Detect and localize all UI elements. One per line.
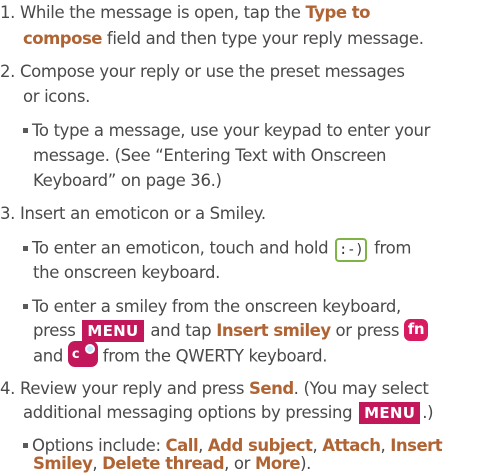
step-3-bullet-2-line-2: press MENU and tap Insert smiley or pres… [33, 318, 428, 343]
bullet-icon [23, 443, 28, 448]
bullet-icon [23, 128, 28, 133]
option-name: Insert [390, 436, 443, 455]
step-text: Compose your reply or use the preset mes… [19, 62, 405, 81]
step-4-line-2: additional messaging options by pressing… [23, 401, 434, 425]
bullet-text: and [33, 346, 68, 366]
bullet-text: or press [330, 321, 404, 340]
step-text: .) [422, 403, 434, 422]
step-number: 1. [0, 3, 16, 22]
emoticon-key-icon: :-) [335, 238, 368, 262]
separator: , [92, 454, 103, 473]
separator: ). [300, 454, 312, 473]
step-3-bullet-1-line-1: To enter an emoticon, touch and hold :-)… [23, 237, 412, 262]
bullet-text: the onscreen keyboard. [33, 263, 221, 282]
option-name: More [254, 454, 301, 473]
field-name: compose [23, 29, 102, 48]
step-number: 2. [0, 62, 16, 81]
bullet-text: from the QWERTY keyboard. [97, 346, 328, 366]
step-2-bullet-line-1: To type a message, use your keypad to en… [23, 120, 430, 142]
fn-key-icon: fn [404, 318, 428, 341]
step-2-bullet-line-3: Keyboard” on page 36.) [33, 170, 222, 192]
step-3-bullet-1-line-2: the onscreen keyboard. [33, 262, 220, 284]
option-name: Send [249, 379, 294, 398]
step-number: 3. [0, 204, 16, 223]
step-4-bullet-line-2: Smiley, Delete thread, or More). [33, 453, 311, 475]
menu-key-icon: MENU [82, 319, 144, 342]
option-name: Insert smiley [216, 321, 331, 340]
step-text: additional messaging options by pressing [23, 403, 358, 422]
option-name: Smiley [33, 454, 93, 473]
step-text: Review your reply and press [19, 379, 250, 398]
bullet-icon [23, 245, 28, 251]
field-name: Type to [305, 3, 371, 22]
menu-key-icon: MENU [359, 401, 421, 424]
step-3-bullet-2-line-3: and c from the QWERTY keyboard. [33, 341, 328, 370]
option-name: Delete thread [102, 454, 225, 473]
step-3-bullet-2-line-1: To enter a smiley from the onscreen keyb… [23, 296, 401, 318]
step-3-line-1: 3. Insert an emoticon or a Smiley. [0, 203, 266, 225]
step-1-line-2: compose field and then type your reply m… [23, 28, 424, 50]
step-4-line-1: 4. Review your reply and press Send. (Yo… [0, 378, 429, 400]
step-text: . (You may select [293, 379, 429, 398]
bullet-text: press [33, 321, 81, 340]
camera-key-icon: c [67, 341, 98, 367]
step-text: or icons. [23, 87, 91, 106]
option-name: Attach [322, 436, 381, 455]
step-2-line-2: or icons. [23, 86, 90, 108]
step-text: While the message is open, tap the [19, 3, 306, 22]
bullet-text: from [369, 238, 412, 258]
step-2-line-1: 2. Compose your reply or use the preset … [0, 61, 405, 83]
bullet-text: message. (See “Entering Text with Onscre… [33, 146, 387, 165]
step-text: Insert an emoticon or a Smiley. [19, 204, 266, 223]
separator: , [312, 436, 323, 455]
separator: , [380, 436, 391, 455]
step-2-bullet-line-2: message. (See “Entering Text with Onscre… [33, 145, 387, 167]
bullet-text: To type a message, use your keypad to en… [32, 121, 431, 140]
bullet-text: Keyboard” on page 36.) [33, 171, 222, 190]
bullet-text: To enter a smiley from the onscreen keyb… [32, 297, 401, 316]
step-number: 4. [0, 379, 16, 398]
bullet-text: To enter an emoticon, touch and hold [32, 238, 334, 258]
separator: , or [224, 454, 255, 473]
step-text: field and then type your reply message. [101, 29, 424, 48]
bullet-icon [23, 304, 28, 309]
step-1-line-1: 1. While the message is open, tap the Ty… [0, 2, 371, 24]
bullet-text: and tap [145, 321, 217, 340]
